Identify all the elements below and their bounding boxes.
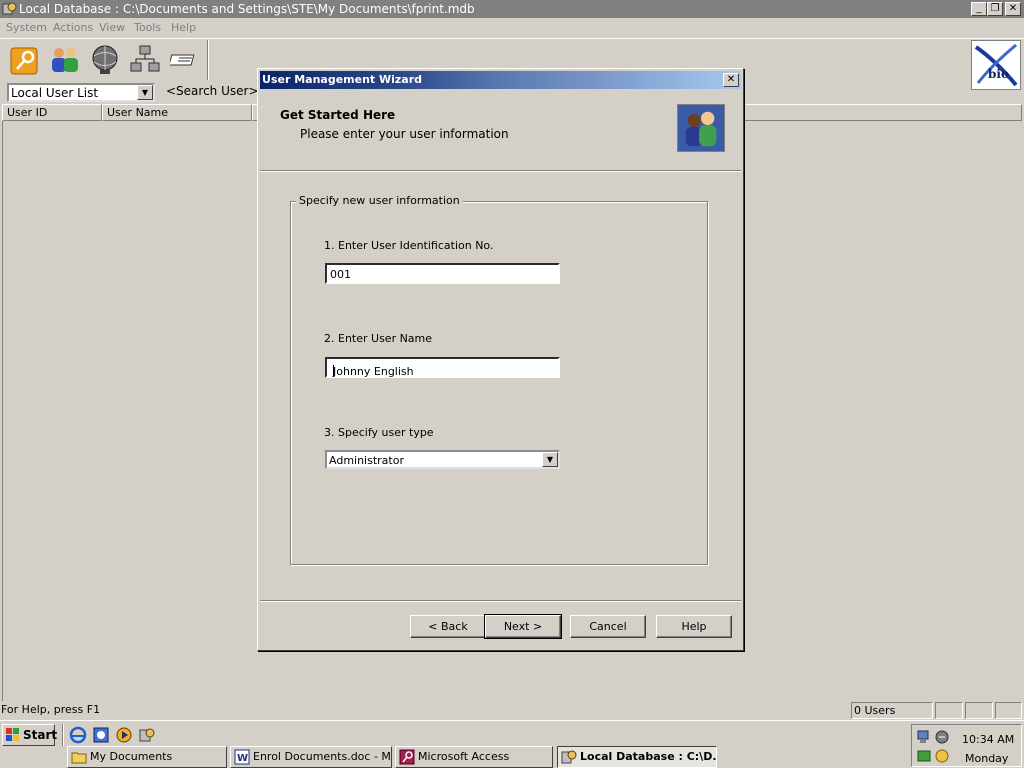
restore-button[interactable]: ❐ xyxy=(987,2,1003,16)
user-type-value: Administrator xyxy=(329,454,404,467)
dialog-close-icon[interactable]: ✕ xyxy=(723,73,739,87)
network-tray-icon[interactable] xyxy=(916,729,932,745)
minimize-button[interactable]: _ xyxy=(971,2,987,16)
sound-tray-icon[interactable] xyxy=(934,729,950,745)
system-tray: 10:34 AM Monday xyxy=(911,724,1022,767)
status-panel xyxy=(995,702,1022,719)
task-my-documents[interactable]: My Documents xyxy=(67,746,227,768)
bio-logo-icon xyxy=(974,43,1018,87)
menu-view[interactable]: View xyxy=(99,21,125,34)
menu-tools[interactable]: Tools xyxy=(134,21,161,34)
wizard-header: Get Started Here Please enter your user … xyxy=(260,89,741,171)
wizard-subheading: Please enter your user information xyxy=(300,127,509,141)
messenger-tray-icon[interactable] xyxy=(934,748,950,764)
cancel-button[interactable]: Cancel xyxy=(570,615,646,638)
start-button[interactable]: Start xyxy=(2,724,58,746)
globe-icon[interactable] xyxy=(88,43,122,77)
text-caret xyxy=(333,365,334,377)
user-management-wizard-dialog: User Management Wizard ✕ Get Started Her… xyxy=(257,68,744,651)
wizard-heading: Get Started Here xyxy=(280,108,396,122)
start-label: Start xyxy=(23,728,58,742)
taskbar: Start My Documents W Enrol Documents.doc… xyxy=(0,720,1024,768)
help-button[interactable]: Help xyxy=(656,615,732,638)
internet-explorer-icon[interactable] xyxy=(69,726,87,744)
chevron-down-icon[interactable]: ▼ xyxy=(542,452,558,467)
dialog-title: User Management Wizard xyxy=(262,73,423,86)
column-user-name[interactable]: User Name xyxy=(102,104,252,121)
windows-flag-icon xyxy=(6,728,19,741)
user-name-value: Johnny English xyxy=(333,365,414,378)
folder-icon xyxy=(71,752,87,764)
users-icon[interactable] xyxy=(48,43,82,77)
search-user-link[interactable]: <Search User> xyxy=(166,84,259,98)
menu-system[interactable]: System xyxy=(6,21,47,34)
status-panel xyxy=(965,702,993,719)
status-panel xyxy=(935,702,963,719)
dialog-title-bar[interactable]: User Management Wizard ✕ xyxy=(260,71,741,89)
close-button[interactable]: ✕ xyxy=(1005,2,1021,16)
user-name-input[interactable]: Johnny English xyxy=(325,357,560,378)
user-id-input[interactable]: 001 xyxy=(325,263,560,284)
user-list-combo[interactable]: Local User List ▼ xyxy=(7,83,155,102)
chevron-down-icon[interactable]: ▼ xyxy=(137,85,153,100)
task-word-document[interactable]: W Enrol Documents.doc - M... xyxy=(230,746,392,768)
svg-text:W: W xyxy=(237,753,248,764)
user-type-label: 3. Specify user type xyxy=(324,426,434,439)
back-button[interactable]: < Back xyxy=(410,615,486,638)
user-list-combo-value: Local User List xyxy=(11,86,99,100)
next-button[interactable]: Next > xyxy=(484,614,562,639)
key-icon[interactable] xyxy=(8,43,42,77)
fingerprint-app-icon xyxy=(561,750,577,764)
task-label: Microsoft Access xyxy=(418,750,510,763)
task-label: Enrol Documents.doc - M... xyxy=(253,750,392,763)
users-icon xyxy=(677,104,725,152)
task-label: My Documents xyxy=(90,750,173,763)
user-id-label: 1. Enter User Identification No. xyxy=(324,239,494,252)
word-icon: W xyxy=(234,749,250,765)
user-info-group: Specify new user information 1. Enter Us… xyxy=(290,194,708,565)
status-bar: For Help, press F1 0 Users xyxy=(0,702,1024,720)
user-name-label: 2. Enter User Name xyxy=(324,332,433,345)
fingerprint-app-icon xyxy=(2,2,17,15)
card-reader-icon[interactable] xyxy=(170,43,204,77)
fingerprint-app-icon[interactable] xyxy=(138,726,156,744)
window-title-bar[interactable]: Local Database : C:\Documents and Settin… xyxy=(0,0,1024,18)
group-label: Specify new user information xyxy=(296,194,463,207)
task-label: Local Database : C:\D... xyxy=(580,750,717,763)
security-tray-icon[interactable] xyxy=(916,748,932,764)
user-id-value: 001 xyxy=(330,268,351,281)
quicklaunch-separator xyxy=(62,724,64,746)
menu-bar: System Actions View Tools Help xyxy=(0,18,1024,38)
network-icon[interactable] xyxy=(128,43,162,77)
outlook-icon[interactable] xyxy=(92,726,110,744)
day-label: Monday xyxy=(965,752,1009,765)
footer-divider xyxy=(260,600,741,602)
access-key-icon xyxy=(399,749,415,765)
column-user-id[interactable]: User ID xyxy=(2,104,102,121)
task-microsoft-access[interactable]: Microsoft Access xyxy=(395,746,553,768)
window-title: Local Database : C:\Documents and Settin… xyxy=(19,2,475,16)
user-type-select[interactable]: Administrator ▼ xyxy=(325,450,560,469)
bio-logo: bio xyxy=(971,40,1021,90)
media-player-icon[interactable] xyxy=(115,726,133,744)
clock[interactable]: 10:34 AM xyxy=(962,733,1014,746)
menu-actions[interactable]: Actions xyxy=(53,21,93,34)
status-user-count: 0 Users xyxy=(851,702,933,719)
bio-logo-text: bio xyxy=(988,67,1009,81)
toolbar-separator xyxy=(207,40,209,80)
task-local-database[interactable]: Local Database : C:\D... xyxy=(557,746,717,768)
status-help-text: For Help, press F1 xyxy=(1,703,101,716)
header-divider xyxy=(260,170,741,172)
menu-help[interactable]: Help xyxy=(171,21,196,34)
